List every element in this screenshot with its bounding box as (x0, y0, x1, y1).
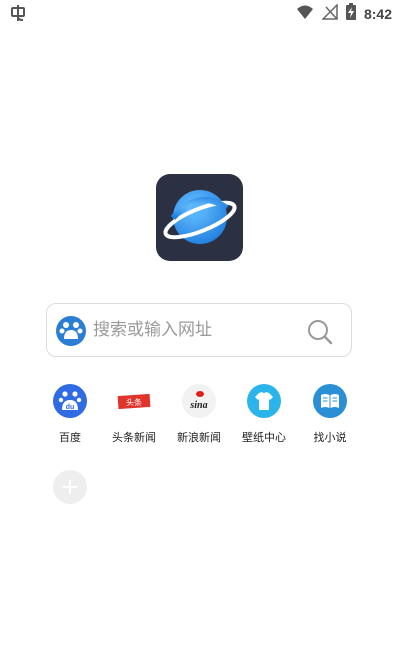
no-signal-icon (321, 2, 338, 24)
status-time: 8:42 (363, 5, 392, 22)
svg-text:du: du (66, 404, 75, 411)
shortcut-sina[interactable]: sina 新浪新闻 (169, 384, 229, 445)
status-bar: 8:42 (0, 0, 400, 26)
baidu-icon: du (53, 384, 87, 418)
sina-icon: sina (182, 384, 216, 418)
shortcut-label: 新浪新闻 (177, 431, 221, 444)
search-input[interactable] (93, 317, 293, 343)
shortcut-baidu[interactable]: du 百度 (40, 384, 100, 445)
search-box[interactable] (46, 303, 352, 357)
shortcut-wallpaper[interactable]: 壁纸中心 (234, 384, 294, 445)
shortcut-label: 壁纸中心 (242, 431, 286, 444)
toutiao-icon: 头条 (117, 384, 151, 418)
battery-charging-icon (345, 3, 356, 24)
planet-logo-icon (156, 174, 243, 261)
add-shortcut-button[interactable] (53, 470, 87, 504)
svg-text:sina: sina (189, 400, 207, 411)
magnifier-icon[interactable] (306, 318, 334, 350)
shortcut-toutiao[interactable]: 头条 头条新闻 (104, 384, 164, 445)
bug-icon (10, 4, 28, 26)
tshirt-icon (247, 384, 281, 418)
plus-icon (63, 480, 77, 494)
shortcut-label: 百度 (59, 431, 81, 444)
shortcut-label: 头条新闻 (112, 431, 156, 444)
shortcut-label: 找小说 (313, 431, 347, 444)
book-icon (313, 384, 347, 418)
svg-text:头条: 头条 (126, 397, 142, 407)
baidu-paw-icon[interactable] (56, 316, 86, 350)
shortcut-novel[interactable]: 找小说 (300, 384, 360, 445)
wifi-icon (296, 4, 314, 24)
